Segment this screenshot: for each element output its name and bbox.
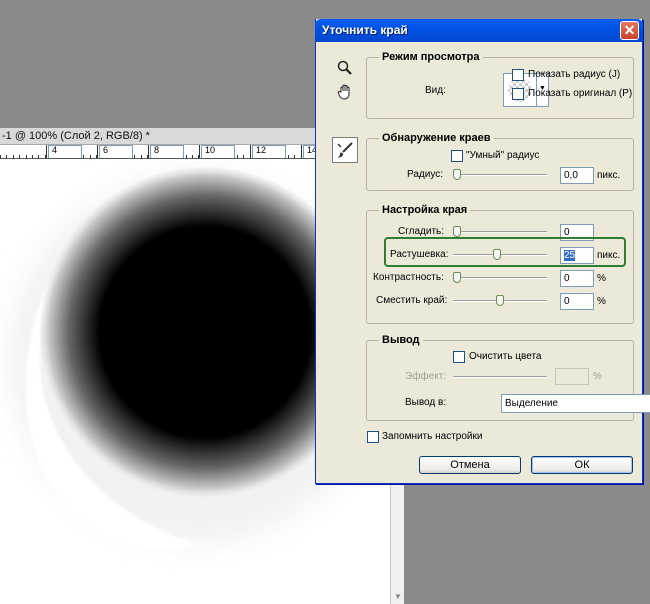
ruler-label: 8 [150, 145, 184, 158]
output-to-value: Выделение [505, 398, 558, 409]
radius-slider-track [453, 174, 547, 176]
shift-edge-slider-thumb[interactable] [496, 295, 504, 306]
brush-icon [337, 142, 353, 158]
ruler-tick [83, 155, 84, 158]
view-mode-heading: Режим просмотра [379, 51, 483, 64]
shift-edge-unit: % [597, 296, 606, 307]
ruler-tick [243, 155, 244, 158]
ruler-tick [134, 155, 135, 158]
radius-slider[interactable] [453, 169, 547, 181]
ruler-tick [13, 155, 14, 158]
output-heading: Вывод [379, 334, 423, 347]
show-original-checkbox[interactable] [512, 88, 524, 100]
refine-radius-tool[interactable] [332, 137, 358, 163]
ruler-tick [192, 155, 193, 158]
ruler-tick [294, 155, 295, 158]
view-label: Вид: [425, 85, 446, 96]
ruler-label: 12 [252, 145, 286, 158]
decontaminate-checkbox[interactable] [453, 351, 465, 363]
close-icon: ✕ [623, 22, 636, 38]
shift-edge-input[interactable]: 0 [560, 293, 594, 310]
smart-radius-label: "Умный" радиус [466, 150, 540, 161]
cancel-button[interactable]: Отмена [419, 456, 521, 474]
decontaminate-label: Очистить цвета [469, 351, 542, 362]
smooth-slider-track [453, 231, 547, 233]
dialog-title: Уточнить край [322, 23, 408, 37]
ruler-major-tick [199, 145, 200, 158]
ruler-tick [186, 155, 187, 158]
show-original-label: Показать оригинал (P) [528, 88, 633, 99]
output-to-select[interactable]: Выделение ▼ [501, 394, 650, 413]
edge-detection-heading: Обнаружение краев [379, 132, 494, 145]
close-button[interactable]: ✕ [620, 21, 639, 40]
view-mode-group: Режим просмотра Вид: ▼ Показать радиус (… [366, 51, 634, 119]
show-radius-label: Показать радиус (J) [528, 69, 621, 80]
ruler-tick [6, 155, 7, 158]
amount-label: Эффект: [405, 371, 447, 382]
output-group: Вывод Очистить цвета Эффект: % Вывод в: … [366, 334, 650, 421]
shift-edge-label: Сместить край: [376, 295, 448, 306]
contrast-unit: % [597, 273, 606, 284]
amount-unit: % [593, 371, 602, 382]
remember-settings-checkbox[interactable] [367, 431, 379, 443]
amount-slider [453, 371, 547, 383]
ruler-label: 4 [48, 145, 82, 158]
zoom-icon[interactable] [336, 59, 354, 77]
ruler-tick [32, 155, 33, 158]
ruler-tick [237, 155, 238, 158]
amount-slider-track [453, 376, 547, 378]
adjust-edge-group: Настройка края Сгладить: 0 Растушевка: 2… [366, 204, 634, 324]
feather-highlight-box [384, 237, 626, 267]
ruler-major-tick [250, 145, 251, 158]
show-radius-checkbox[interactable] [512, 69, 524, 81]
contrast-slider[interactable] [453, 272, 547, 284]
ruler-tick [26, 155, 27, 158]
radius-slider-thumb[interactable] [453, 169, 461, 180]
smart-radius-checkbox[interactable] [451, 150, 463, 162]
ruler-major-tick [301, 145, 302, 158]
ruler-tick [38, 155, 39, 158]
dialog-titlebar[interactable]: Уточнить край ✕ [315, 19, 643, 42]
adjust-edge-heading: Настройка края [379, 204, 471, 217]
ruler-label: 6 [99, 145, 133, 158]
hand-icon[interactable] [336, 83, 354, 101]
ruler-major-tick [97, 145, 98, 158]
radius-input[interactable]: 0,0 [560, 167, 594, 184]
contrast-input[interactable]: 0 [560, 270, 594, 287]
ruler-tick [90, 155, 91, 158]
contrast-label: Контрастность: [373, 272, 444, 283]
radius-unit: пикс. [597, 170, 621, 181]
ok-button[interactable]: ОК [531, 456, 633, 474]
ruler-tick [288, 155, 289, 158]
ruler-label: 10 [201, 145, 235, 158]
contrast-slider-thumb[interactable] [453, 272, 461, 283]
shift-edge-slider[interactable] [453, 295, 547, 307]
ruler-tick [19, 155, 20, 158]
ruler-major-tick [46, 145, 47, 158]
ruler-tick [0, 155, 1, 158]
amount-input [555, 368, 589, 385]
remember-settings-label: Запомнить настройки [382, 431, 483, 442]
edge-detection-group: Обнаружение краев "Умный" радиус Радиус:… [366, 132, 634, 191]
ruler-major-tick [148, 145, 149, 158]
contrast-slider-track [453, 277, 547, 279]
smooth-slider-thumb[interactable] [453, 226, 461, 237]
ruler-tick [141, 155, 142, 158]
radius-label: Радиус: [407, 169, 443, 180]
output-to-label: Вывод в: [405, 397, 447, 408]
scroll-down-icon[interactable]: ▼ [391, 590, 405, 604]
